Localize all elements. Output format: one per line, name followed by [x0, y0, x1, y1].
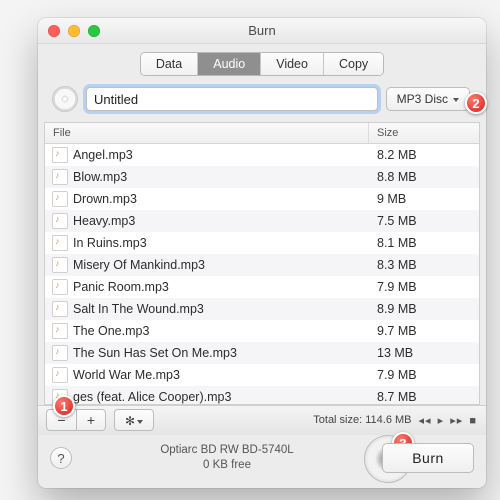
mode-tabs: Data Audio Video Copy [38, 44, 486, 86]
column-header-size[interactable]: Size [369, 123, 479, 143]
disc-type-label: MP3 Disc [397, 92, 448, 106]
file-list-rows: Angel.mp38.2 MBBlow.mp38.8 MBDrown.mp39 … [45, 144, 479, 404]
file-name: Heavy.mp3 [73, 214, 369, 228]
chevron-down-icon [137, 412, 143, 428]
file-size: 9.7 MB [369, 324, 479, 338]
file-size: 7.9 MB [369, 280, 479, 294]
table-row[interactable]: World War Me.mp37.9 MB [45, 364, 479, 386]
audio-file-icon [52, 169, 68, 185]
next-track-icon[interactable]: ▸▸ [450, 415, 463, 427]
close-icon[interactable] [48, 25, 60, 37]
play-icon[interactable]: ▸ [438, 415, 445, 427]
file-name: The Sun Has Set On Me.mp3 [73, 346, 369, 360]
audio-file-icon [52, 147, 68, 163]
prev-track-icon[interactable]: ◂◂ [419, 415, 432, 427]
audio-file-icon [52, 235, 68, 251]
burn-window: Burn Data Audio Video Copy MP3 Disc File… [38, 18, 486, 488]
minimize-icon[interactable] [68, 25, 80, 37]
segmented-control: Data Audio Video Copy [140, 52, 384, 76]
file-name: In Ruins.mp3 [73, 236, 369, 250]
table-row[interactable]: Blow.mp38.8 MB [45, 166, 479, 188]
list-toolbar: − + Total size: 114.6 MB ◂◂ ▸ ▸▸ ■ [38, 405, 486, 435]
gear-icon [125, 412, 135, 428]
window-controls [48, 25, 100, 37]
tab-video[interactable]: Video [261, 53, 324, 75]
table-row[interactable]: ges (feat. Alice Cooper).mp38.7 MB [45, 386, 479, 404]
window-title: Burn [248, 23, 275, 38]
file-name: World War Me.mp3 [73, 368, 369, 382]
file-size: 13 MB [369, 346, 479, 360]
add-button[interactable]: + [76, 409, 106, 431]
help-button[interactable]: ? [50, 447, 72, 469]
total-size: Total size: 114.6 MB [313, 414, 411, 426]
disc-type-dropdown[interactable]: MP3 Disc [386, 87, 470, 111]
burn-button[interactable]: Burn [382, 443, 474, 473]
tab-data[interactable]: Data [141, 53, 198, 75]
audio-file-icon [52, 367, 68, 383]
file-name: ges (feat. Alice Cooper).mp3 [73, 390, 369, 404]
footer: ? Optiarc BD RW BD-5740L 0 KB free Burn [38, 435, 486, 488]
disc-name-input[interactable] [86, 87, 378, 111]
table-row[interactable]: The Sun Has Set On Me.mp313 MB [45, 342, 479, 364]
drive-name: Optiarc BD RW BD-5740L [82, 443, 372, 459]
tab-copy[interactable]: Copy [324, 53, 383, 75]
table-row[interactable]: Salt In The Wound.mp38.9 MB [45, 298, 479, 320]
file-size: 8.3 MB [369, 258, 479, 272]
file-size: 7.5 MB [369, 214, 479, 228]
file-size: 8.1 MB [369, 236, 479, 250]
callout-2: 2 [465, 92, 487, 114]
file-name: Blow.mp3 [73, 170, 369, 184]
file-name: Salt In The Wound.mp3 [73, 302, 369, 316]
zoom-icon[interactable] [88, 25, 100, 37]
file-size: 8.7 MB [369, 390, 479, 404]
file-size: 8.2 MB [369, 148, 479, 162]
file-name: Panic Room.mp3 [73, 280, 369, 294]
disc-config-row: MP3 Disc [38, 86, 486, 122]
file-list: File Size Angel.mp38.2 MBBlow.mp38.8 MBD… [44, 122, 480, 405]
file-name: Drown.mp3 [73, 192, 369, 206]
playback-controls[interactable]: ◂◂ ▸ ▸▸ ■ [418, 414, 478, 427]
table-row[interactable]: Drown.mp39 MB [45, 188, 479, 210]
disc-icon [52, 86, 78, 112]
chevron-down-icon [453, 92, 459, 106]
audio-file-icon [52, 213, 68, 229]
audio-file-icon [52, 191, 68, 207]
file-name: Angel.mp3 [73, 148, 369, 162]
table-row[interactable]: Panic Room.mp37.9 MB [45, 276, 479, 298]
tab-audio[interactable]: Audio [198, 53, 261, 75]
table-row[interactable]: Misery Of Mankind.mp38.3 MB [45, 254, 479, 276]
audio-file-icon [52, 279, 68, 295]
file-name: The One.mp3 [73, 324, 369, 338]
audio-file-icon [52, 257, 68, 273]
table-row[interactable]: In Ruins.mp38.1 MB [45, 232, 479, 254]
table-row[interactable]: Heavy.mp37.5 MB [45, 210, 479, 232]
file-size: 8.9 MB [369, 302, 479, 316]
audio-file-icon [52, 301, 68, 317]
actions-menu-button[interactable] [114, 409, 154, 431]
table-row[interactable]: Angel.mp38.2 MB [45, 144, 479, 166]
column-header-file[interactable]: File [45, 123, 369, 143]
file-list-header: File Size [45, 123, 479, 144]
drive-free: 0 KB free [82, 458, 372, 474]
file-size: 7.9 MB [369, 368, 479, 382]
file-size: 9 MB [369, 192, 479, 206]
callout-1: 1 [53, 395, 75, 417]
table-row[interactable]: The One.mp39.7 MB [45, 320, 479, 342]
file-size: 8.8 MB [369, 170, 479, 184]
drive-info: Optiarc BD RW BD-5740L 0 KB free [82, 443, 372, 474]
audio-file-icon [52, 323, 68, 339]
stop-icon[interactable]: ■ [469, 415, 477, 427]
file-name: Misery Of Mankind.mp3 [73, 258, 369, 272]
audio-file-icon [52, 345, 68, 361]
titlebar: Burn [38, 18, 486, 44]
burn-button-wrap: Burn [382, 443, 474, 473]
